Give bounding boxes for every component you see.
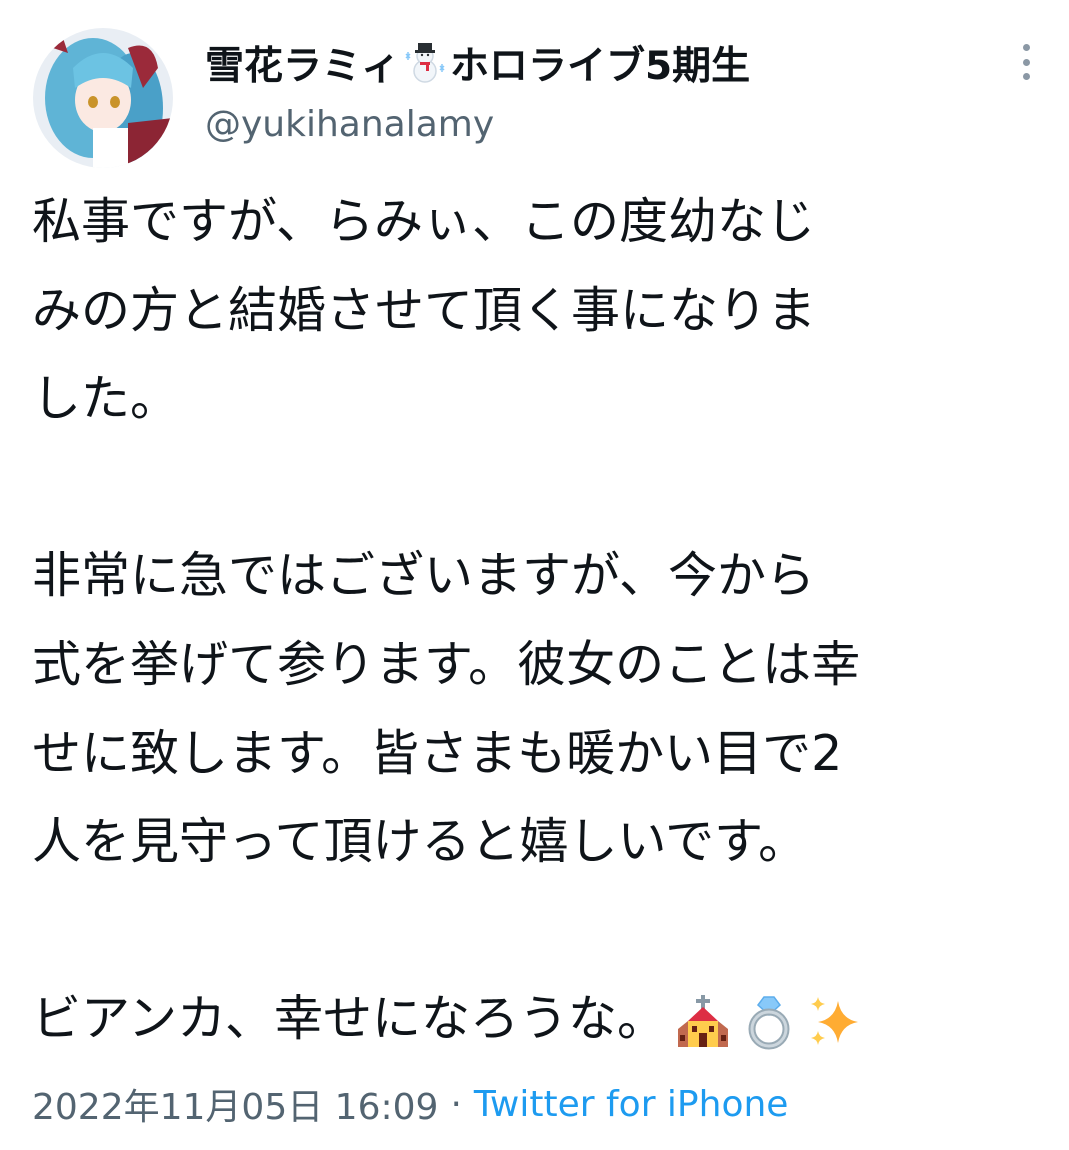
snowman-emoji bbox=[402, 40, 448, 86]
tweet-text: 私事ですが、らみぃ、この度幼なじ みの方と結婚させて頂く事になりま した。 非常… bbox=[32, 178, 1052, 1064]
user-handle[interactable]: @yukihanalamy bbox=[205, 104, 494, 145]
avatar-image bbox=[33, 28, 173, 168]
tweet-line: みの方と結婚させて頂く事になりま bbox=[32, 281, 817, 339]
tweet-line: 式を挙げて参ります。彼女のことは幸 bbox=[32, 635, 861, 693]
ring-emoji bbox=[740, 991, 798, 1050]
tweet-paragraph-3: ビアンカ、幸せになろうな。 bbox=[32, 975, 1052, 1064]
tweet-paragraph-2: 非常に急ではございますが、今から 式を挙げて参ります。彼女のことは幸 せに致しま… bbox=[32, 532, 1052, 886]
tweet-line: 私事ですが、らみぃ、この度幼なじ bbox=[32, 193, 816, 250]
more-vertical-icon[interactable] bbox=[1008, 40, 1044, 84]
tweet-line: した。 bbox=[32, 370, 180, 428]
sparkles-emoji bbox=[806, 991, 864, 1049]
display-name-part2: ホロライブ5期生 bbox=[450, 44, 751, 89]
tweet-line: 非常に急ではございますが、今から bbox=[32, 547, 816, 605]
display-name-part1: 雪花ラミィ bbox=[205, 44, 401, 89]
tweet-line: 人を見守って頂けると嬉しいです。 bbox=[32, 813, 808, 871]
more-dot bbox=[1022, 73, 1030, 80]
more-dot bbox=[1022, 58, 1030, 66]
tweet-timestamp[interactable]: 2022年11月05日 16:09 bbox=[32, 1078, 438, 1130]
display-name[interactable]: 雪花ラミィ ホロライブ5期生 bbox=[205, 38, 751, 89]
church-emoji bbox=[674, 991, 732, 1049]
tweet-meta: 2022年11月05日 16:09 · Twitter for iPhone bbox=[32, 1078, 788, 1130]
tweet-line: ビアンカ、幸せになろうな。 bbox=[32, 990, 667, 1048]
avatar[interactable] bbox=[33, 28, 173, 168]
more-dot bbox=[1022, 44, 1030, 51]
tweet-paragraph-1: 私事ですが、らみぃ、この度幼なじ みの方と結婚させて頂く事になりま した。 bbox=[32, 178, 1052, 444]
tweet-source-link[interactable]: Twitter for iPhone bbox=[474, 1084, 789, 1125]
tweet-line: せに致します。皆さまも暖かい目で2 bbox=[32, 724, 843, 782]
meta-separator: · bbox=[450, 1083, 462, 1125]
